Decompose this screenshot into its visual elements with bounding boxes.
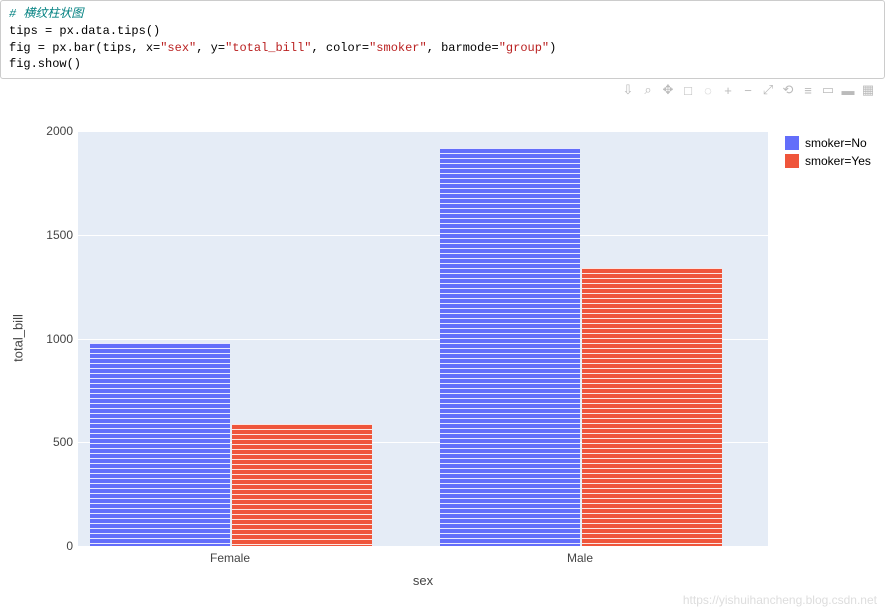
spikeline-icon[interactable]: ≡ <box>801 83 815 97</box>
hovercompare-icon[interactable]: ▬ <box>841 83 855 97</box>
bar-male-yes[interactable] <box>582 268 722 546</box>
reset-icon[interactable]: ⟲ <box>781 83 795 97</box>
legend-label-no: smoker=No <box>805 136 867 150</box>
stripe-texture <box>440 148 580 546</box>
watermark-text: https://yishuihancheng.blog.csdn.net <box>683 593 877 607</box>
y-tick-1000: 1000 <box>46 332 73 346</box>
code-line-3b: , y= <box>196 41 225 55</box>
code-line-3d: , barmode= <box>427 41 499 55</box>
y-axis-label: total_bill <box>11 314 26 362</box>
stripe-texture <box>232 424 372 546</box>
code-str-1: "sex" <box>160 41 196 55</box>
gridline <box>78 235 768 236</box>
chart: 0 500 1000 1500 2000 Female Male sex tot… <box>0 101 885 611</box>
code-str-4: "group" <box>499 41 549 55</box>
plotly-logo-icon[interactable]: ▦ <box>861 83 875 97</box>
lasso-icon[interactable]: ◌ <box>701 83 715 97</box>
bar-male-no[interactable] <box>440 148 580 546</box>
hovermode-icon[interactable]: ▭ <box>821 83 835 97</box>
legend-swatch-no <box>785 136 799 150</box>
plotly-toolbar: ⇩ ⌕ ✥ □ ◌ + − ⤢ ⟲ ≡ ▭ ▬ ▦ <box>0 79 885 101</box>
pan-icon[interactable]: ✥ <box>661 83 675 97</box>
code-str-2: "total_bill" <box>225 41 311 55</box>
gridline <box>78 131 768 132</box>
y-tick-2000: 2000 <box>46 124 73 138</box>
code-line-2: tips = px.data.tips() <box>9 24 160 38</box>
code-str-3: "smoker" <box>369 41 427 55</box>
code-line-3a: fig = px.bar(tips, x= <box>9 41 160 55</box>
y-tick-0: 0 <box>66 539 73 553</box>
download-icon[interactable]: ⇩ <box>621 83 635 97</box>
legend-item-yes[interactable]: smoker=Yes <box>785 154 871 168</box>
code-comment: # 横纹柱状图 <box>9 7 83 21</box>
code-line-3e: ) <box>549 41 556 55</box>
bar-female-no[interactable] <box>90 343 230 546</box>
zoom-icon[interactable]: ⌕ <box>641 83 655 97</box>
legend-label-yes: smoker=Yes <box>805 154 871 168</box>
legend: smoker=No smoker=Yes <box>785 136 871 172</box>
code-cell: # 横纹柱状图 tips = px.data.tips() fig = px.b… <box>0 0 885 79</box>
zoomin-icon[interactable]: + <box>721 83 735 97</box>
stripe-texture <box>582 268 722 546</box>
x-axis-label: sex <box>78 573 768 588</box>
y-tick-500: 500 <box>53 435 73 449</box>
x-tick-male: Male <box>567 551 593 565</box>
x-tick-female: Female <box>210 551 250 565</box>
autoscale-icon[interactable]: ⤢ <box>761 83 775 97</box>
legend-swatch-yes <box>785 154 799 168</box>
code-line-3c: , color= <box>311 41 369 55</box>
stripe-texture <box>90 343 230 546</box>
gridline <box>78 546 768 547</box>
boxselect-icon[interactable]: □ <box>681 83 695 97</box>
y-tick-1500: 1500 <box>46 228 73 242</box>
legend-item-no[interactable]: smoker=No <box>785 136 871 150</box>
bar-female-yes[interactable] <box>232 424 372 546</box>
code-line-4: fig.show() <box>9 57 81 71</box>
zoomout-icon[interactable]: − <box>741 83 755 97</box>
